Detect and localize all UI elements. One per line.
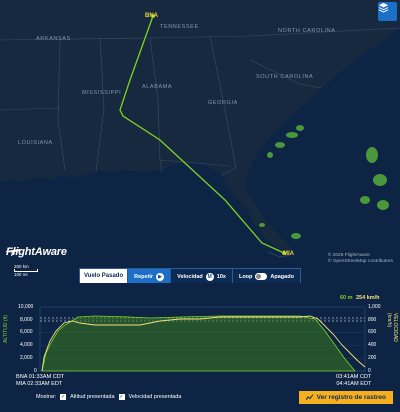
current-speed: 254 km/h [356, 295, 380, 301]
layers-button[interactable] [378, 2, 397, 21]
play-icon: ▶ [156, 272, 165, 281]
altitude-option-label[interactable]: Altitud presentada [70, 394, 114, 400]
speed-tick: 400 [368, 342, 377, 348]
plane-icon [6, 249, 20, 256]
chart-display-options: Mostrar: ✓ Altitud presentada ✓ Velocida… [36, 394, 181, 400]
destination-airport-code[interactable]: MIA [283, 251, 294, 257]
flightaware-logo: FlightAware [6, 246, 67, 258]
speed-axis-label: VELOCIDAD (km/h) [386, 313, 398, 342]
layers-icon [378, 2, 389, 13]
chart-icon [305, 394, 314, 401]
alt-tick: 4,000 [20, 342, 33, 348]
alt-tick: 8,000 [20, 317, 33, 323]
speed-tick: 800 [368, 317, 377, 323]
track-log-button[interactable]: Ver registro de rastreo [298, 391, 393, 404]
map-attribution: © 2026 FlightAware © OpenStreetMap contr… [327, 253, 393, 264]
speed-option-label[interactable]: Velocidad presentada [129, 394, 182, 400]
map-label-louisiana: Louisiana [18, 140, 53, 146]
departure-time: BNA 01:33AM CDT MIA 02:33AM EDT [16, 374, 65, 387]
altitude-axis-label: ALTITUD (ft) [3, 315, 9, 343]
alt-tick: 2,000 [20, 355, 33, 361]
map-label-alabama: Alabama [142, 84, 173, 90]
speed-checkbox[interactable]: ✓ [118, 394, 125, 400]
alt-tick: 6,000 [20, 329, 33, 335]
map-label-arkansas: Arkansas [36, 36, 71, 42]
map-scale: 200 km 100 mi [14, 264, 38, 277]
arrival-time: 03:41AM CDT 04:41AM EDT [336, 374, 372, 387]
toggle-switch[interactable] [255, 273, 268, 280]
speed-tick: 200 [368, 355, 377, 361]
show-label: Mostrar: [36, 394, 57, 400]
speed-tick: 600 [368, 329, 377, 335]
map-canvas [0, 0, 400, 283]
past-flight-label: Vuelo Pasado [80, 269, 128, 283]
current-altitude: 60 m [340, 295, 353, 301]
loop-toggle[interactable]: Loop Apagado [231, 269, 300, 283]
map-label-south-carolina: South Carolina [256, 74, 314, 80]
repeat-button[interactable]: Repetir ▶ [127, 269, 171, 283]
altitude-checkbox[interactable]: ✓ [60, 394, 67, 400]
speed-tick: 1,000 [368, 304, 381, 310]
speed-control[interactable]: Velocidad M 10x [170, 269, 232, 283]
flight-map[interactable]: Arkansas Tennessee North Carolina Missis… [0, 0, 400, 283]
map-label-tennessee: Tennessee [160, 24, 199, 30]
alt-tick: 10,000 [18, 304, 34, 310]
map-label-georgia: Georgia [208, 100, 238, 106]
speed-icon: M [205, 272, 214, 281]
playback-controls: Vuelo Pasado Repetir ▶ Velocidad M 10x L… [79, 268, 301, 283]
map-label-mississippi: Mississippi [82, 90, 122, 96]
origin-airport-code[interactable]: BNA [145, 13, 158, 19]
map-label-north-carolina: North Carolina [278, 28, 336, 34]
